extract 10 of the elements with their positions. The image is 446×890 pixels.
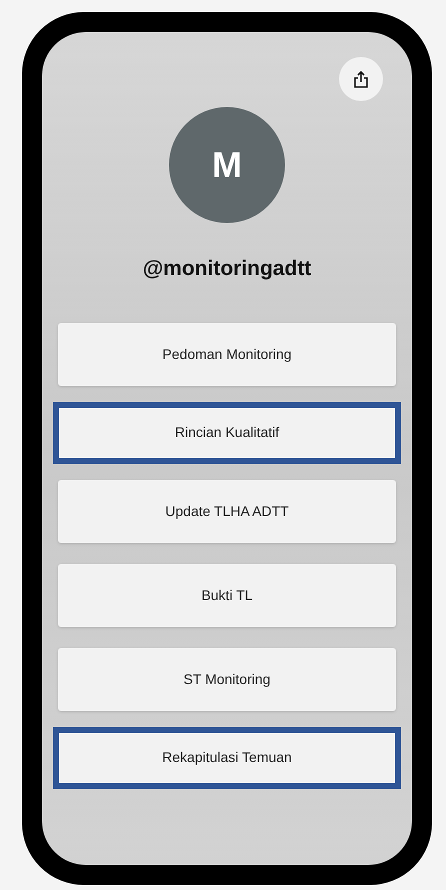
link-button[interactable]: Rincian Kualitatif bbox=[53, 402, 401, 464]
share-button[interactable] bbox=[339, 57, 383, 101]
link-button[interactable]: Rekapitulasi Temuan bbox=[53, 726, 401, 788]
link-button[interactable]: ST Monitoring bbox=[58, 648, 396, 710]
share-icon bbox=[353, 70, 369, 88]
link-button[interactable]: Bukti TL bbox=[58, 564, 396, 626]
profile-handle: @monitoringadtt bbox=[142, 256, 312, 282]
link-button[interactable]: Update TLHA ADTT bbox=[58, 480, 396, 542]
avatar: M bbox=[169, 107, 285, 223]
link-button[interactable]: Pedoman Monitoring bbox=[58, 322, 396, 386]
